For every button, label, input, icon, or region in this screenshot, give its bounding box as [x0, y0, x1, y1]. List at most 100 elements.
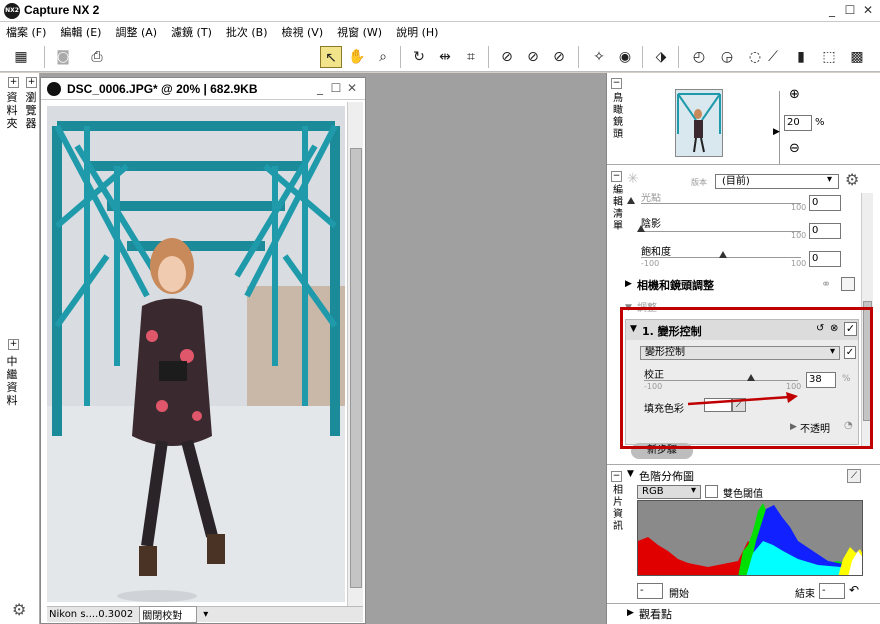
- tab-folders[interactable]: 資料夾: [5, 91, 19, 130]
- version-label: 版本: [691, 178, 707, 187]
- auto-retouch-brush-icon[interactable]: ⬗: [650, 46, 672, 68]
- expand-browser-icon[interactable]: +: [26, 77, 37, 88]
- zoom-tool-icon[interactable]: ⌕: [372, 46, 394, 68]
- dual-threshold-label: 雙色閾值: [723, 489, 763, 500]
- histogram-graph[interactable]: [637, 500, 863, 576]
- menu-file[interactable]: 檔案 (F): [6, 24, 46, 40]
- toolbar: ▦ ◙ ⎙ ↖ ✋ ⌕ ↻ ⇹ ⌗ ⊘ ⊘ ⊘ ✧ ◉ ⬗ ◴ ◶ ◌ ⟋ ▮ …: [0, 42, 880, 72]
- image-window-title: DSC_0006.JPG* @ 20% | 682.9KB: [67, 82, 258, 96]
- expand-arrow-icon[interactable]: ▶: [625, 279, 632, 289]
- zoom-slider-pointer-icon[interactable]: ▶: [773, 127, 780, 137]
- menu-adjust[interactable]: 調整 (A): [115, 24, 157, 40]
- image-status-bar: Nikon s....0.3002 關閉校對 ▾: [47, 606, 363, 623]
- color-control-point-icon[interactable]: ◶: [716, 46, 738, 68]
- histogram-title: 色階分佈圖: [639, 470, 694, 483]
- collapse-navigator-icon[interactable]: −: [611, 78, 622, 89]
- softproof-dropdown[interactable]: 關閉校對: [139, 606, 198, 623]
- menu-batch[interactable]: 批次 (B): [226, 24, 268, 40]
- menu-help[interactable]: 說明 (H): [396, 24, 438, 40]
- camera-lens-adjust-header[interactable]: 相機和鏡頭調整: [637, 277, 714, 293]
- zoom-unit: %: [815, 117, 825, 128]
- neutral-point-icon[interactable]: ⊘: [522, 46, 544, 68]
- maximize-icon[interactable]: ☐: [329, 81, 343, 95]
- collapse-arrow-icon[interactable]: ▼: [627, 469, 634, 479]
- saturation-label: 飽和度: [641, 247, 671, 258]
- app-logo-icon: NX2: [4, 3, 20, 19]
- slider-max-label: 100: [791, 203, 807, 212]
- dropdown-arrow-icon[interactable]: ▾: [203, 609, 208, 620]
- watch-points-header[interactable]: 觀看點: [639, 606, 672, 622]
- close-icon[interactable]: ✕: [860, 3, 876, 18]
- collapse-photo-info-icon[interactable]: −: [611, 471, 622, 482]
- zoom-out-icon[interactable]: ⊖: [789, 141, 800, 156]
- slider-knob[interactable]: [627, 197, 635, 204]
- shadow-input[interactable]: 0: [809, 223, 841, 239]
- maximize-icon[interactable]: ☐: [842, 3, 858, 18]
- top-adjust-input[interactable]: 0: [809, 195, 841, 211]
- hand-tool-icon[interactable]: ✋: [346, 46, 368, 68]
- start-input[interactable]: -: [637, 583, 663, 599]
- straighten-icon[interactable]: ⇹: [434, 46, 456, 68]
- gear-icon[interactable]: ⚙: [12, 600, 26, 619]
- slider-max-label: 100: [791, 231, 807, 240]
- app-title: Capture NX 2: [24, 3, 100, 17]
- expand-metadata-icon[interactable]: +: [8, 339, 19, 350]
- histogram-eyedropper-icon[interactable]: ⟋: [847, 469, 861, 483]
- tab-browser[interactable]: 瀏覽器: [24, 91, 38, 130]
- close-icon[interactable]: ✕: [345, 81, 359, 95]
- start-label: 開始: [669, 589, 689, 600]
- expand-folders-icon[interactable]: +: [8, 77, 19, 88]
- dropdown-arrow-icon[interactable]: ▾: [827, 174, 832, 185]
- menu-window[interactable]: 視窗 (W): [337, 24, 382, 40]
- highlight-box: [620, 307, 873, 449]
- link-icon[interactable]: ⚭: [821, 277, 831, 291]
- menu-bar: 檔案 (F) 編輯 (E) 調整 (A) 濾鏡 (T) 批次 (B) 檢視 (V…: [0, 22, 880, 42]
- scrollbar-thumb[interactable]: [350, 148, 362, 588]
- print-icon[interactable]: ⎙: [86, 46, 108, 68]
- nx-logo-icon: [47, 82, 61, 96]
- photo-canvas[interactable]: [47, 106, 345, 602]
- auto-retouch-icon[interactable]: ◉: [614, 46, 636, 68]
- direct-select-tool-icon[interactable]: ↖: [320, 46, 342, 68]
- saturation-slider-knob[interactable]: [719, 251, 727, 258]
- menu-view[interactable]: 檢視 (V): [282, 24, 324, 40]
- selection-icon[interactable]: ⬚: [818, 46, 840, 68]
- version-dropdown[interactable]: (目前): [715, 174, 839, 189]
- reset-levels-icon[interactable]: ↶: [849, 583, 859, 597]
- fill-icon[interactable]: ▩: [846, 46, 868, 68]
- shadow-slider-knob[interactable]: [637, 225, 645, 232]
- rotate-icon[interactable]: ↻: [408, 46, 430, 68]
- dual-threshold-checkbox[interactable]: [705, 485, 718, 498]
- navigator-label: 鳥瞰鏡頭: [613, 93, 623, 140]
- minimize-icon[interactable]: _: [313, 81, 327, 95]
- end-input[interactable]: -: [819, 583, 845, 599]
- slider-min-label: -100: [641, 259, 660, 268]
- enable-checkbox[interactable]: [841, 277, 855, 291]
- slider-max-label: 100: [791, 259, 807, 268]
- image-vertical-scrollbar[interactable]: [347, 102, 363, 606]
- zoom-in-icon[interactable]: ⊕: [789, 87, 800, 102]
- dropdown-arrow-icon[interactable]: ▾: [691, 485, 696, 496]
- control-point-icon[interactable]: ◴: [688, 46, 710, 68]
- menu-filter[interactable]: 濾鏡 (T): [171, 24, 212, 40]
- saturation-input[interactable]: 0: [809, 251, 841, 267]
- brush-icon[interactable]: ⟋: [762, 46, 784, 68]
- crop-icon[interactable]: ⌗: [460, 46, 482, 68]
- minimize-icon[interactable]: _: [824, 3, 840, 18]
- gradient-icon[interactable]: ▮: [790, 46, 812, 68]
- navigator-thumbnail[interactable]: [675, 89, 723, 157]
- menu-edit[interactable]: 編輯 (E): [60, 24, 101, 40]
- tab-metadata[interactable]: 中繼資料: [5, 355, 19, 407]
- red-eye-icon[interactable]: ✧: [588, 46, 610, 68]
- black-point-icon[interactable]: ⊘: [496, 46, 518, 68]
- collapse-edit-list-icon[interactable]: −: [611, 171, 622, 182]
- camera-model-text: Nikon s....0.3002: [49, 609, 134, 620]
- image-window: DSC_0006.JPG* @ 20% | 682.9KB _ ☐ ✕ Niko…: [40, 77, 366, 624]
- sparkle-icon: ✳: [627, 171, 639, 187]
- white-point-icon[interactable]: ⊘: [548, 46, 570, 68]
- layout-icon[interactable]: ▦: [10, 46, 32, 68]
- zoom-input[interactable]: 20: [784, 115, 812, 131]
- settings-gear-icon[interactable]: ⚙: [845, 170, 859, 189]
- expand-arrow-icon[interactable]: ▶: [627, 608, 634, 618]
- camera-icon[interactable]: ◙: [52, 46, 74, 68]
